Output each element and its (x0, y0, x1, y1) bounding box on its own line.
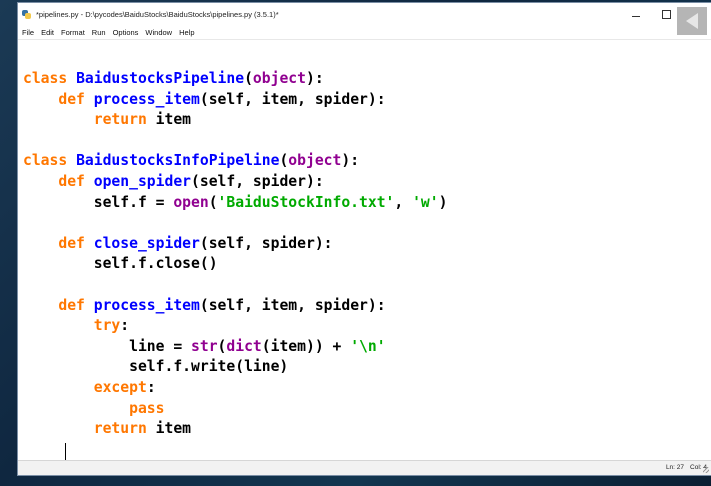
code-token-kw: try (93, 317, 121, 335)
code-token-fn: close_spider (93, 234, 200, 252)
code-token-bi: str (191, 337, 218, 355)
code-token-fn: BaidustocksInfoPipeline (76, 152, 280, 170)
code-token-kw: def (58, 172, 85, 190)
code-token-fn: process_item (93, 90, 200, 108)
code-line[interactable]: def process_item(self, item, spider): (23, 90, 447, 111)
code-token: (self, item, spider): (199, 296, 386, 314)
code-token-bi: open (173, 193, 209, 211)
code-editor[interactable]: class BaidustocksPipeline(object): def p… (18, 40, 711, 462)
menu-window[interactable]: Window (145, 28, 172, 37)
code-line[interactable]: return item (23, 419, 447, 440)
code-token: : (146, 378, 156, 396)
play-back-icon[interactable] (677, 7, 707, 35)
code-token-kw: def (58, 234, 85, 252)
code-token: (self, spider): (191, 172, 324, 190)
code-token: item (146, 111, 192, 129)
python-idle-icon (22, 9, 31, 19)
code-token-bi: dict (226, 337, 262, 355)
code-token-fn: BaidustocksPipeline (76, 70, 245, 87)
idle-editor-window: *pipelines.py - D:\pycodes\BaiduStocks\B… (18, 3, 711, 475)
code-line[interactable]: self.f.close() (23, 254, 447, 275)
code-token-kw: return (93, 420, 147, 438)
code-line[interactable]: self.f.write(line) (23, 357, 447, 378)
menu-options[interactable]: Options (113, 28, 139, 37)
code-line[interactable]: def close_spider(self, spider): (23, 234, 447, 255)
menu-help[interactable]: Help (179, 28, 194, 37)
code-token-kw: class (23, 70, 68, 87)
code-token-kw: return (93, 111, 147, 129)
code-token: item (146, 420, 192, 438)
code-token-bi: object (252, 70, 306, 87)
code-token-fn: open_spider (93, 172, 192, 190)
code-line[interactable] (23, 131, 447, 152)
code-token: , (394, 193, 413, 211)
code-line[interactable]: class BaidustocksPipeline(object): (23, 69, 447, 90)
menu-edit[interactable]: Edit (41, 28, 54, 37)
code-token: ): (305, 70, 324, 87)
code-text[interactable]: class BaidustocksPipeline(object): def p… (23, 69, 447, 440)
resize-grip-icon[interactable] (703, 467, 709, 473)
code-line[interactable]: line = str(dict(item)) + '\n' (23, 337, 447, 358)
code-token: ) (438, 193, 448, 211)
code-token: (self, spider): (199, 234, 333, 252)
code-line[interactable]: pass (23, 399, 447, 420)
status-bar: Ln: 27 Col: 4 (18, 460, 711, 475)
code-token-bi: object (288, 152, 342, 170)
code-token: ( (208, 193, 218, 211)
code-token-fn: process_item (93, 296, 200, 314)
line-number: Ln: 27 (665, 464, 685, 471)
code-token: ( (244, 70, 253, 87)
code-token: self.f = (23, 193, 174, 211)
code-line[interactable]: except: (23, 378, 447, 399)
code-token: (self, item, spider): (199, 90, 386, 108)
title-bar[interactable]: *pipelines.py - D:\pycodes\BaiduStocks\B… (18, 3, 711, 35)
code-token: line = (23, 337, 192, 355)
code-token-kw: class (23, 152, 68, 170)
code-line[interactable]: class BaidustocksInfoPipeline(object): (23, 151, 447, 172)
code-token-str: 'w' (412, 193, 439, 211)
menu-format[interactable]: Format (61, 28, 85, 37)
code-token: self.f.write(line) (23, 358, 289, 376)
code-token-kw: pass (129, 399, 165, 417)
menu-run[interactable]: Run (92, 28, 106, 37)
code-line[interactable]: self.f = open('BaiduStockInfo.txt', 'w') (23, 193, 448, 214)
code-line[interactable]: try: (23, 316, 447, 337)
window-title: *pipelines.py - D:\pycodes\BaiduStocks\B… (36, 9, 279, 19)
code-token: (item)) + (261, 337, 351, 355)
menu-bar: File Edit Format Run Options Window Help (18, 25, 711, 40)
code-token: ( (279, 152, 289, 170)
minimize-icon[interactable] (621, 3, 651, 25)
menu-file[interactable]: File (22, 28, 34, 37)
code-line[interactable]: return item (23, 110, 447, 131)
code-line[interactable]: def open_spider(self, spider): (23, 172, 447, 193)
code-token-str: 'BaiduStockInfo.txt' (217, 193, 395, 211)
code-line[interactable]: def process_item(self, item, spider): (23, 296, 447, 317)
code-token: self.f.close() (23, 255, 218, 273)
code-token-kw: def (58, 90, 85, 108)
code-token-kw: except (93, 378, 147, 396)
code-token: : (120, 317, 130, 335)
code-line[interactable] (23, 275, 447, 296)
cursor-position: Ln: 27 Col: 4 (660, 464, 707, 471)
code-token-kw: def (58, 296, 85, 314)
code-line[interactable] (23, 213, 447, 234)
code-token: ): (341, 152, 360, 170)
code-token-str: '\n' (350, 337, 386, 355)
